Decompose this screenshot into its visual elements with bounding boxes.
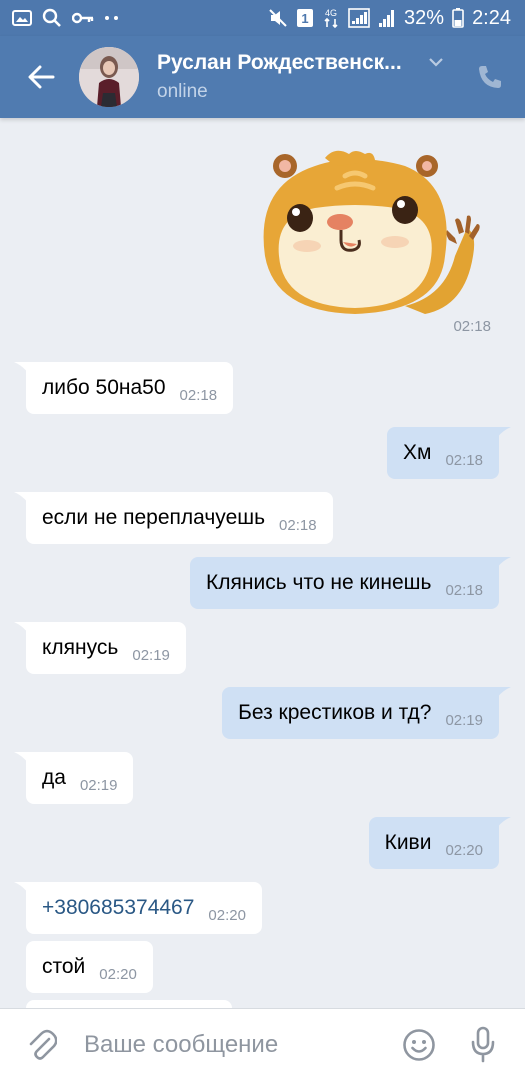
message-bubble-outgoing[interactable]: Киви 02:20 [368, 817, 511, 869]
phone-number-link[interactable]: +380685374467 [42, 882, 194, 934]
message-bubble-incoming[interactable]: +380685374467 02:20 [14, 882, 262, 934]
message-text: Киви [384, 831, 432, 854]
bubble-tail [491, 817, 511, 839]
bubble-tail [491, 427, 511, 449]
arrow-left-icon [28, 65, 55, 89]
message-text: Без крестиков и тд? [238, 701, 432, 724]
back-button[interactable] [11, 47, 71, 107]
message-input[interactable] [84, 1030, 384, 1059]
emoji-button[interactable] [401, 1027, 437, 1063]
bubble-tail [14, 492, 34, 514]
message-list[interactable]: 02:18 либо 50на50 02:18 Хм 02:18 если не… [0, 118, 525, 1008]
bubble-tail [491, 557, 511, 579]
message-bubble-incoming-partial[interactable] [26, 1000, 232, 1008]
hamster-sticker[interactable] [255, 146, 495, 316]
signal-icon-sim2 [378, 8, 396, 28]
message-text: клянусь [42, 636, 119, 659]
message-time: 02:19 [445, 712, 483, 729]
sticker-timestamp: 02:18 [453, 318, 491, 335]
message-bubble-incoming[interactable]: клянусь 02:19 [14, 622, 186, 674]
voice-message-button[interactable] [465, 1025, 501, 1065]
paperclip-icon [29, 1029, 57, 1060]
signal-icon-sim1 [348, 8, 370, 28]
message-time: 02:20 [445, 842, 483, 859]
contact-name[interactable]: Руслан Рождественск... [157, 51, 419, 75]
contact-status: online [157, 81, 208, 102]
search-icon [42, 8, 62, 28]
message-input-bar [0, 1008, 525, 1080]
message-bubble-incoming[interactable]: стой 02:20 [26, 941, 153, 993]
svg-text:4G: 4G [325, 8, 337, 18]
message-time: 02:18 [179, 387, 218, 404]
bubble-tail [491, 687, 511, 709]
chevron-down-icon[interactable] [429, 54, 443, 72]
message-bubble-outgoing[interactable]: Хм 02:18 [387, 427, 511, 479]
bubble-tail [14, 882, 34, 904]
chat-header: Руслан Рождественск... online [0, 36, 525, 118]
network-type-icon: 4G [322, 7, 340, 29]
mute-icon [268, 8, 288, 28]
battery-percent: 32% [404, 6, 445, 29]
message-bubble-outgoing[interactable]: Без крестиков и тд? 02:19 [222, 687, 511, 739]
message-time: 02:20 [99, 966, 137, 983]
message-bubble-incoming[interactable]: да 02:19 [14, 752, 134, 804]
message-text: если не переплачуешь [42, 506, 266, 529]
message-bubble-outgoing[interactable]: Клянись что не кинешь 02:18 [190, 557, 511, 609]
gallery-icon [12, 9, 32, 27]
message-text: да [42, 766, 66, 789]
microphone-icon [471, 1026, 495, 1063]
bubble-tail [14, 622, 34, 644]
message-time: 02:18 [279, 517, 317, 534]
message-bubble-incoming[interactable]: если не переплачуешь 02:18 [14, 492, 333, 544]
message-text: стой [42, 955, 86, 978]
key-icon [72, 11, 94, 25]
message-time: 02:19 [79, 777, 118, 794]
status-bar: 1 4G 32% 2:24 [0, 0, 525, 36]
message-text: либо 50на50 [42, 376, 166, 399]
sim-icon: 1 [296, 8, 314, 28]
more-notifications-icon [104, 15, 120, 21]
message-time: 02:18 [445, 582, 483, 599]
message-time: 02:20 [208, 907, 246, 924]
message-text: Хм [403, 441, 432, 464]
message-bubble-incoming[interactable]: либо 50на50 02:18 [14, 362, 234, 414]
svg-text:1: 1 [301, 11, 308, 26]
smiley-icon [403, 1029, 435, 1061]
bubble-tail [14, 362, 34, 384]
call-button[interactable] [473, 60, 507, 94]
bubble-tail [14, 752, 34, 774]
attach-button[interactable] [22, 1025, 62, 1065]
message-time: 02:19 [132, 647, 170, 664]
avatar[interactable] [79, 47, 139, 107]
phone-icon [479, 66, 501, 88]
message-text: Клянись что не кинешь [206, 571, 432, 594]
battery-icon [452, 8, 464, 28]
clock: 2:24 [472, 6, 511, 29]
message-time: 02:18 [445, 452, 483, 469]
